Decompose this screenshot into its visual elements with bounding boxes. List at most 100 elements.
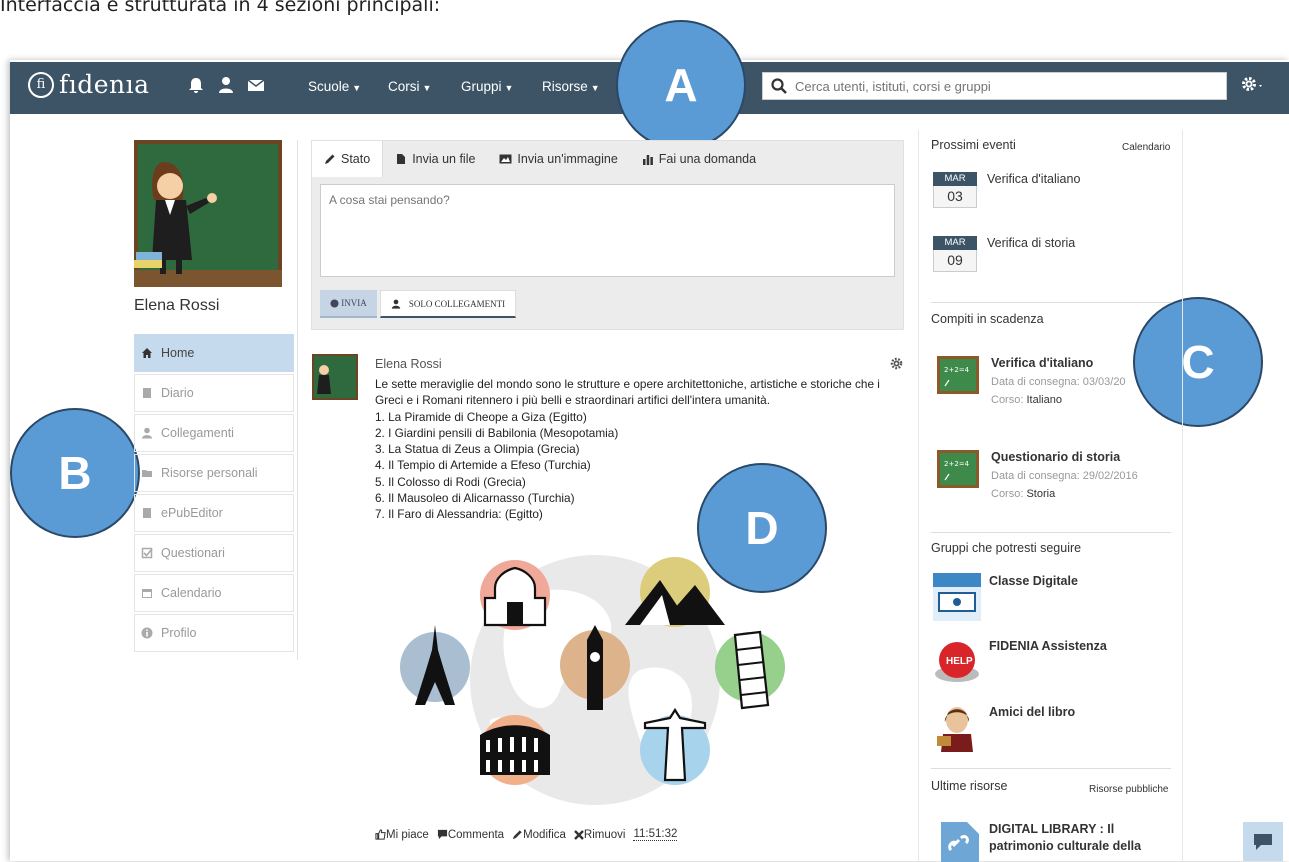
list-item: 5. Il Colosso di Rodi (Grecia) xyxy=(375,474,526,489)
pencil-icon xyxy=(325,154,335,164)
post-text: Le sette meraviglie del mondo sono le st… xyxy=(375,377,880,408)
post-timestamp[interactable]: 11:51:32 xyxy=(633,828,678,841)
bell-icon[interactable] xyxy=(187,76,205,94)
sidebar-item-label: Collegamenti xyxy=(161,426,234,440)
teacher-illustration xyxy=(134,140,282,287)
events-title: Prossimi eventi xyxy=(931,138,1016,152)
logo[interactable]: fi fıdenıa xyxy=(28,70,150,99)
teacher-thumbnail xyxy=(312,354,358,400)
search-input[interactable] xyxy=(795,78,1226,94)
menu-corsi[interactable]: Corsi ▼ xyxy=(388,79,431,94)
user-icon xyxy=(391,299,401,309)
sidebar-item-profilo[interactable]: Profilo xyxy=(134,614,294,652)
post-textarea[interactable] xyxy=(320,184,895,277)
list-item: 1. La Piramide di Cheope a Giza (Egitto) xyxy=(375,409,587,424)
divider xyxy=(931,532,1171,533)
group-classe-digitale-image[interactable] xyxy=(933,573,981,621)
sidebar-item-questionari[interactable]: Questionari xyxy=(134,534,294,572)
column-divider xyxy=(297,140,298,660)
divider xyxy=(931,302,1171,303)
event-title[interactable]: Verifica d'italiano xyxy=(987,172,1080,186)
calendar-link[interactable]: Calendario xyxy=(1122,142,1170,153)
user-icon xyxy=(141,427,153,439)
edit-button[interactable]: Modifica xyxy=(512,829,570,841)
sidebar-item-calendario[interactable]: Calendario xyxy=(134,574,294,612)
task-title[interactable]: Verifica d'italiano xyxy=(991,356,1093,370)
search-bar[interactable] xyxy=(762,72,1227,100)
sidebar-item-label: Diario xyxy=(161,386,194,400)
visibility-button[interactable]: SOLO COLLEGAMENTI xyxy=(380,290,516,318)
sidebar-item-risorse-personali[interactable]: Risorse personali xyxy=(134,454,294,492)
checkbox-icon xyxy=(141,547,153,559)
envelope-icon[interactable] xyxy=(247,76,265,94)
task-title[interactable]: Questionario di storia xyxy=(991,450,1120,464)
list-item: 7. Il Faro di Alessandria: (Egitto) xyxy=(375,507,543,522)
tab-invia-immagine[interactable]: Invia un'immagine xyxy=(487,141,629,177)
svg-text:2+2=4: 2+2=4 xyxy=(944,366,970,374)
user-icon[interactable] xyxy=(217,76,235,94)
post-author-avatar[interactable] xyxy=(312,354,358,400)
task-due: Data di consegna: 29/02/2016 xyxy=(991,470,1138,482)
callout-b: B xyxy=(10,408,140,538)
event-title[interactable]: Verifica di storia xyxy=(987,236,1075,250)
folder-icon xyxy=(141,467,153,479)
post-composer: Stato Invia un file Invia un'immagine Fa… xyxy=(311,140,904,330)
resources-title: Ultime risorse xyxy=(931,779,1008,793)
file-icon xyxy=(397,154,406,164)
public-resources-link[interactable]: Risorse pubbliche xyxy=(1089,784,1169,795)
sidebar-item-home[interactable]: Home xyxy=(134,334,294,372)
profile-picture[interactable] xyxy=(134,140,282,287)
chalkboard-icon: 2+2=4 xyxy=(937,450,979,488)
info-icon xyxy=(141,627,153,639)
sidebar-item-epubeditor[interactable]: ePubEditor xyxy=(134,494,294,532)
comment-icon xyxy=(437,829,447,840)
post-options[interactable] xyxy=(890,357,903,375)
task-course: Corso: Storia xyxy=(991,488,1056,500)
pencil-icon xyxy=(512,830,522,840)
group-title[interactable]: Classe Digitale xyxy=(989,574,1078,588)
chalkboard-icon: 2+2=4 xyxy=(937,356,979,394)
svg-text:2+2=4: 2+2=4 xyxy=(944,460,970,468)
composer-tabs: Stato Invia un file Invia un'immagine Fa… xyxy=(312,141,768,177)
list-item: 4. Il Tempio di Artemide a Efeso (Turchi… xyxy=(375,458,591,473)
group-help-image[interactable]: HELP xyxy=(933,638,981,686)
side-menu: Home Diario Collegamenti Risorse persona… xyxy=(134,334,294,654)
sidebar-item-label: Calendario xyxy=(161,586,222,600)
post-author-name[interactable]: Elena Rossi xyxy=(375,357,442,371)
like-button[interactable]: Mi piace xyxy=(375,829,433,841)
divider xyxy=(931,768,1171,769)
menu-risorse[interactable]: Risorse ▼ xyxy=(542,79,600,94)
sidebar-item-collegamenti[interactable]: Collegamenti xyxy=(134,414,294,452)
calendar-icon xyxy=(141,587,153,599)
menu-gruppi[interactable]: Gruppi ▼ xyxy=(461,79,513,94)
tab-fai-domanda[interactable]: Fai una domanda xyxy=(630,141,768,177)
comment-button[interactable]: Commenta xyxy=(437,829,508,841)
world-monuments-image[interactable] xyxy=(400,540,790,810)
sidebar-item-label: Questionari xyxy=(161,546,225,560)
thumbs-up-icon xyxy=(375,829,386,840)
globe-icon xyxy=(330,298,339,308)
sidebar-item-label: Home xyxy=(161,346,195,360)
menu-scuole[interactable]: Scuole ▼ xyxy=(308,79,361,94)
tab-invia-file[interactable]: Invia un file xyxy=(383,141,487,177)
resource-title-line1[interactable]: DIGITAL LIBRARY : Il xyxy=(989,822,1114,836)
chat-button[interactable] xyxy=(1243,822,1283,861)
help-badge: HELP xyxy=(946,656,973,667)
list-item: 3. La Statua di Zeus a Olimpia (Grecia) xyxy=(375,442,580,457)
callout-a: A xyxy=(616,20,746,150)
send-button[interactable]: INVIA xyxy=(320,290,377,318)
group-amici-libro-image[interactable] xyxy=(933,704,981,752)
remove-button[interactable]: Rimuovi xyxy=(574,829,630,841)
tab-stato[interactable]: Stato xyxy=(312,141,384,177)
link-file-icon xyxy=(941,822,979,862)
groups-title: Gruppi che potresti seguire xyxy=(931,541,1082,555)
settings-menu[interactable] xyxy=(1240,75,1266,100)
group-title[interactable]: Amici del libro xyxy=(989,705,1075,719)
profile-name[interactable]: Elena Rossi xyxy=(134,297,219,315)
sidebar-item-diario[interactable]: Diario xyxy=(134,374,294,412)
group-title[interactable]: FIDENIA Assistenza xyxy=(989,639,1107,653)
close-icon xyxy=(574,829,584,840)
resource-title-line2[interactable]: patrimonio culturale della xyxy=(989,839,1141,853)
list-item: 2. I Giardini pensili di Babilonia (Meso… xyxy=(375,425,619,440)
image-icon xyxy=(499,154,512,164)
